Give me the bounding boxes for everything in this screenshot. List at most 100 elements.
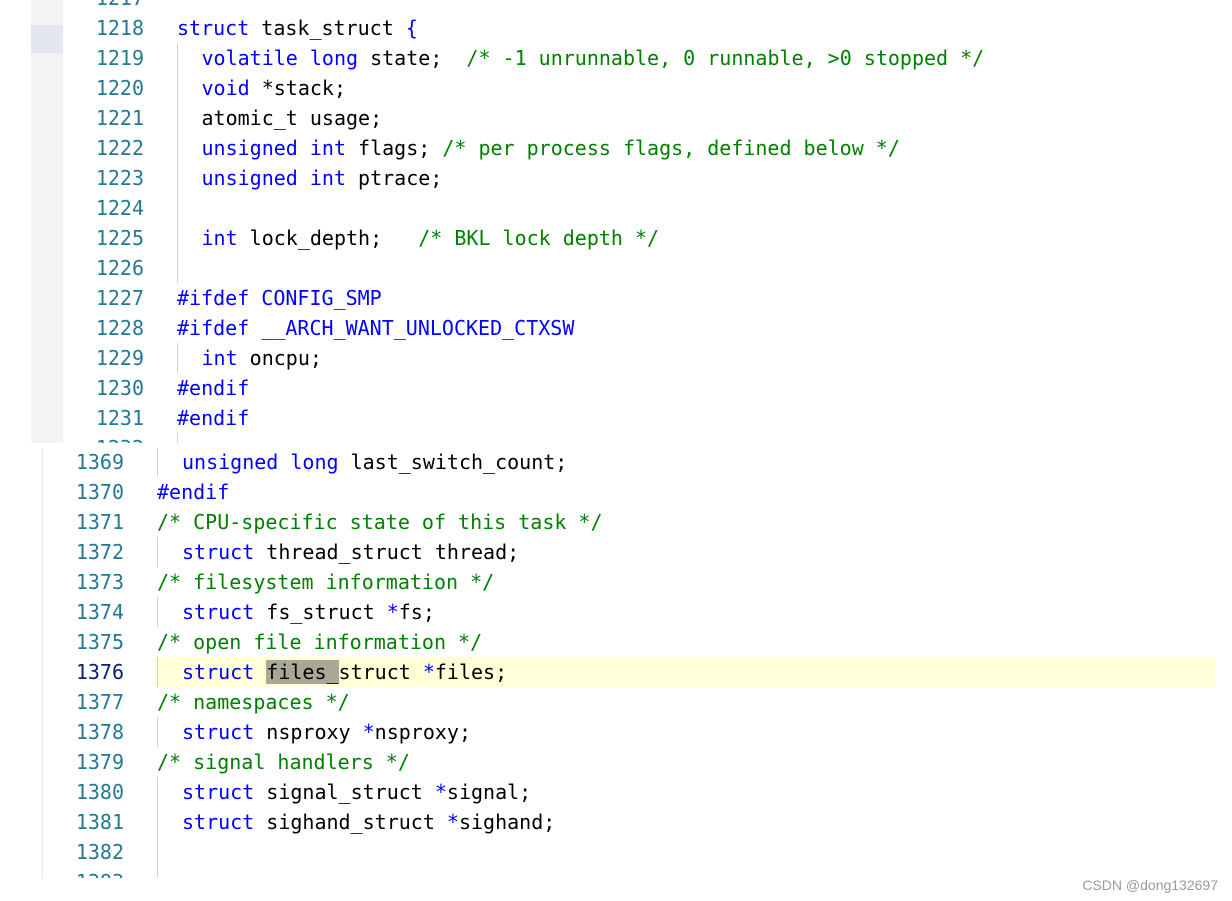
- comment-token: /* namespaces */: [157, 690, 350, 714]
- code-line[interactable]: 1217: [0, 0, 1232, 13]
- line-number: 1224: [95, 196, 144, 220]
- code-line[interactable]: 1372 struct thread_struct thread;: [0, 537, 1232, 567]
- text-token: atomic_t usage;: [201, 106, 383, 130]
- code-line[interactable]: 1376 struct files_struct *files;: [76, 657, 1215, 687]
- line-number: 1217: [60, 0, 144, 13]
- text-token: thread_struct thread;: [254, 540, 520, 564]
- line-number: 1369: [75, 450, 124, 474]
- code-line[interactable]: 1371 /* CPU-specific state of this task *…: [0, 507, 1232, 537]
- code-line[interactable]: 1221 atomic_t usage;: [0, 103, 1232, 133]
- code-line[interactable]: 1224: [0, 193, 1232, 223]
- keyword-token: struct: [182, 780, 255, 804]
- comment-token: /* BKL lock depth */: [418, 226, 660, 250]
- editor-pane-top[interactable]: 12171218struct task_struct {1219volatile…: [0, 0, 1232, 443]
- line-number: 1231: [95, 406, 144, 430]
- code-text: int lock_depth; /* BKL lock depth */: [202, 223, 660, 253]
- line-number: 1372: [75, 540, 124, 564]
- code-line[interactable]: 1223 unsigned int ptrace;: [0, 163, 1232, 193]
- code-line[interactable]: 1226: [0, 253, 1232, 283]
- text-token: flags;: [346, 136, 443, 160]
- code-text: struct thread_struct thread;: [182, 537, 519, 567]
- code-line[interactable]: 1369 unsigned long last_switch_count;: [0, 448, 1232, 477]
- line-number: 1223: [95, 166, 144, 190]
- keyword-token: int: [201, 226, 238, 250]
- line-number: 1376: [75, 660, 124, 684]
- text-token: struct: [338, 660, 423, 684]
- code-text: struct fs_struct *fs;: [182, 597, 435, 627]
- code-line[interactable]: 1370 #endif: [0, 477, 1232, 507]
- code-line[interactable]: 1218 struct task_struct {: [0, 13, 1232, 43]
- text-token: state;: [358, 46, 467, 70]
- line-number: 1379: [75, 750, 124, 774]
- keyword-token: *: [446, 810, 459, 834]
- keyword-token: struct: [182, 810, 255, 834]
- code-line[interactable]: 1382: [0, 837, 1232, 867]
- indent-guide: [157, 867, 158, 878]
- code-line[interactable]: 1225 int lock_depth; /* BKL lock depth */: [0, 223, 1232, 253]
- indent-guide: [157, 448, 158, 477]
- editor-pane-bottom[interactable]: 1369 unsigned long last_switch_count; 1370…: [0, 448, 1232, 878]
- keyword-token: *: [386, 600, 399, 624]
- keyword-token: *: [422, 660, 435, 684]
- line-number: 1382: [75, 840, 124, 864]
- text-token: last_switch_count;: [338, 450, 568, 474]
- code-line[interactable]: 1230 #endif: [0, 373, 1232, 403]
- keyword-token: struct: [182, 720, 255, 744]
- code-text: volatile long state; /* -1 unrunnable, 0…: [202, 43, 985, 73]
- code-line[interactable]: 1228 #ifdef __ARCH_WANT_UNLOCKED_CTXSW: [0, 313, 1232, 343]
- code-line[interactable]: 1375 /* open file information */: [0, 627, 1232, 657]
- text-token: nsproxy: [254, 720, 363, 744]
- code-line[interactable]: 1379 /* signal handlers */: [0, 747, 1232, 777]
- keyword-token: struct: [182, 600, 255, 624]
- code-line[interactable]: 1222 unsigned int flags; /* per process f…: [0, 133, 1232, 163]
- code-text: #endif: [177, 403, 249, 433]
- code-line[interactable]: 1231 #endif: [0, 403, 1232, 433]
- code-line[interactable]: 1378 struct nsproxy *nsproxy;: [0, 717, 1232, 747]
- preprocessor-token: #ifdef __ARCH_WANT_UNLOCKED_CTXSW: [177, 316, 575, 340]
- indent-guide: [177, 133, 178, 163]
- code-line[interactable]: 1381 struct sighand_struct *sighand;: [0, 807, 1232, 837]
- indent-guide: [157, 837, 158, 867]
- code-line[interactable]: 1219 volatile long state; /* -1 unrunnabl…: [0, 43, 1232, 73]
- line-number: 1375: [75, 630, 124, 654]
- line-number: 1370: [75, 480, 124, 504]
- line-number: 1374: [75, 600, 124, 624]
- code-line[interactable]: 1377 /* namespaces */: [0, 687, 1232, 717]
- code-line[interactable]: 1229 int oncpu;: [0, 343, 1232, 373]
- code-line[interactable]: 1232: [0, 433, 1232, 443]
- code-line[interactable]: 1380 struct signal_struct *signal;: [0, 777, 1232, 807]
- code-text: /* open file information */: [157, 627, 482, 657]
- keyword-token: struct: [177, 16, 250, 40]
- code-text: atomic_t usage;: [202, 103, 383, 133]
- code-line[interactable]: 1374 struct fs_struct *fs;: [0, 597, 1232, 627]
- text-token: task_struct: [249, 16, 406, 40]
- text-token: *stack;: [249, 76, 346, 100]
- text-token: sighand_struct: [254, 810, 447, 834]
- text-token: ptrace;: [346, 166, 443, 190]
- indent-guide: [157, 717, 158, 747]
- code-text: #ifdef __ARCH_WANT_UNLOCKED_CTXSW: [177, 313, 574, 343]
- text-token: signal;: [446, 780, 532, 804]
- line-number: 1371: [75, 510, 124, 534]
- keyword-token: *: [434, 780, 447, 804]
- preprocessor-token: #endif: [177, 406, 250, 430]
- line-number: 1227: [95, 286, 144, 310]
- code-line[interactable]: 1220 void *stack;: [0, 73, 1232, 103]
- text-token: fs;: [398, 600, 435, 624]
- indent-guide: [177, 103, 178, 133]
- code-line[interactable]: 1373 /* filesystem information */: [0, 567, 1232, 597]
- line-number: 1218: [95, 16, 144, 40]
- line-number: 1225: [95, 226, 144, 250]
- preprocessor-token: #endif: [157, 480, 230, 504]
- indent-guide: [157, 807, 158, 837]
- code-text: /* filesystem information */: [157, 567, 494, 597]
- keyword-token: volatile long: [201, 46, 359, 70]
- comment-token: /* signal handlers */: [157, 750, 410, 774]
- watermark: CSDN @dong132697: [1082, 877, 1218, 893]
- code-line[interactable]: 1227 #ifdef CONFIG_SMP: [0, 283, 1232, 313]
- indent-guide: [177, 343, 178, 373]
- line-number: 1228: [95, 316, 144, 340]
- indent-guide: [177, 193, 178, 223]
- code-line[interactable]: 1383: [0, 867, 1232, 878]
